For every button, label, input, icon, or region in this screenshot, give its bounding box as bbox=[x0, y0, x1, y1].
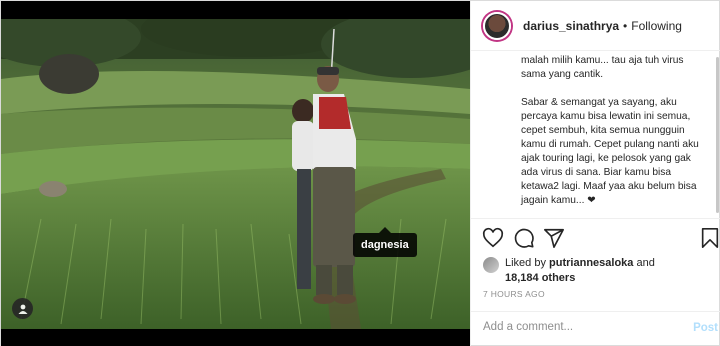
likes-and: and bbox=[636, 257, 655, 269]
liker-username-link[interactable]: putriannesaloka bbox=[549, 257, 633, 269]
caption-scrollbar[interactable] bbox=[716, 57, 719, 213]
likes-line: Liked by putriannesaloka and bbox=[505, 257, 655, 269]
likes-summary: Liked by putriannesaloka and 18,184 othe… bbox=[483, 256, 718, 288]
liker-avatar[interactable] bbox=[483, 257, 499, 273]
action-bar bbox=[471, 227, 720, 253]
avatar[interactable] bbox=[483, 11, 511, 40]
comment-box: Post bbox=[471, 311, 720, 346]
caption-text: malah milih kamu... tau aja tuh virus sa… bbox=[521, 54, 706, 218]
post-timestamp[interactable]: 7 HOURS AGO bbox=[483, 289, 545, 299]
photo-tag-label[interactable]: dagnesia bbox=[353, 227, 417, 257]
caption-paragraph: malah milih kamu... tau aja tuh virus sa… bbox=[521, 55, 684, 80]
share-icon[interactable] bbox=[543, 227, 565, 249]
post-header: darius_sinathrya • Following bbox=[471, 1, 720, 51]
heart-icon[interactable] bbox=[482, 227, 504, 249]
caption-scroll-area[interactable]: malah milih kamu... tau aja tuh virus sa… bbox=[471, 51, 720, 219]
post-comment-button[interactable]: Post bbox=[693, 322, 718, 334]
post-details-panel: darius_sinathrya • Following malah milih… bbox=[470, 1, 720, 346]
user-tag-icon[interactable] bbox=[12, 298, 33, 319]
rice-field-photo bbox=[1, 19, 470, 329]
username-link[interactable]: darius_sinathrya bbox=[523, 19, 619, 33]
comment-icon[interactable] bbox=[513, 227, 535, 249]
post-photo-container: dagnesia bbox=[1, 1, 470, 346]
likes-count-link[interactable]: 18,184 others bbox=[505, 272, 575, 284]
post-modal: dagnesia darius_sinathrya • Following ma… bbox=[0, 0, 720, 346]
caption-paragraph: Sabar & semangat ya sayang, aku percaya … bbox=[521, 97, 699, 206]
bookmark-icon[interactable] bbox=[699, 227, 720, 249]
following-button[interactable]: Following bbox=[631, 19, 682, 33]
comment-input[interactable] bbox=[483, 321, 673, 333]
separator-dot: • bbox=[623, 18, 628, 33]
likes-prefix: Liked by bbox=[505, 257, 546, 269]
post-photo[interactable] bbox=[1, 19, 470, 329]
